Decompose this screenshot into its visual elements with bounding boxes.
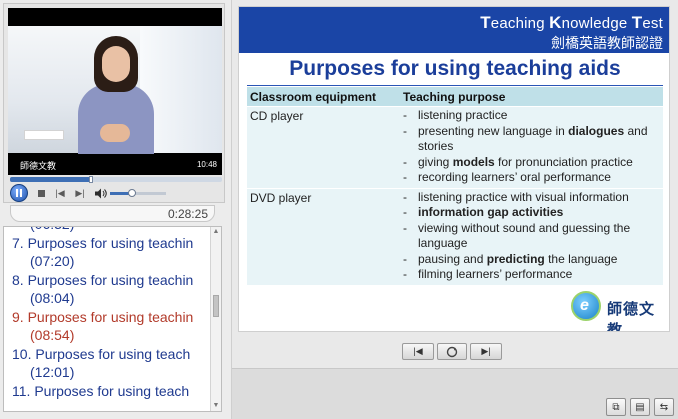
scroll-down-icon[interactable]: ▼ <box>211 401 221 411</box>
current-time: 10:48 <box>196 160 217 169</box>
chapter-list: (06:32)7. Purposes for using teachin (07:… <box>4 227 211 401</box>
video-caption: 師德文教 <box>20 161 57 171</box>
chapter-time: (07:20) <box>30 253 75 269</box>
purpose-bullet: - filming learners’ performance <box>403 267 573 281</box>
next-slide-icon[interactable]: ▶| <box>470 343 502 360</box>
purpose-bullet: - recording learners’ oral performance <box>403 170 611 184</box>
left-panel: 師德文教 10:48 |◀ ▶| 0:28:25 7. Purposes for… <box>0 0 232 419</box>
print-icon[interactable]: ▤ <box>630 398 650 416</box>
logo-text: 師德文教 <box>607 301 656 332</box>
seek-bar[interactable] <box>10 176 222 183</box>
purpose-bullet: - listening practice with visual informat… <box>403 189 629 204</box>
chapter-item[interactable]: 9. Purposes for using teachin (08:54) <box>4 308 211 345</box>
chapter-title: 11. Purposes for using teach <box>12 382 190 399</box>
skip-forward-icon[interactable]: ▶| <box>74 185 86 201</box>
volume-slider[interactable] <box>110 189 166 197</box>
chapter-time: (08:04) <box>30 290 75 306</box>
chapter-title: 9. Purposes for using teachin <box>12 308 194 325</box>
purposes-table: Classroom equipment Teaching purpose CD … <box>247 87 663 285</box>
exit-icon[interactable]: ⇆ <box>654 398 674 416</box>
chapter-time: (08:54) <box>30 327 75 343</box>
column-header-purpose: Teaching purpose <box>403 89 506 104</box>
seek-thumb[interactable] <box>88 176 93 183</box>
window-restore-icon[interactable]: ⧉ <box>606 398 626 416</box>
presenter-video-frame <box>8 26 222 154</box>
chapter-time: (12:01) <box>30 364 75 380</box>
chapter-item[interactable]: 7. Purposes for using teachin (07:20) <box>4 234 211 271</box>
logo-mark: e <box>571 291 601 321</box>
stop-icon[interactable] <box>36 185 46 201</box>
lecture-player-app: 師德文教 10:48 |◀ ▶| 0:28:25 7. Purposes for… <box>0 0 678 419</box>
bottom-toolbar: ⧉ ▤ ⇆ <box>232 368 678 419</box>
title-divider <box>247 85 663 86</box>
purpose-cell: - listening practice with visual informat… <box>400 189 663 285</box>
table-header: Classroom equipment Teaching purpose <box>247 87 663 106</box>
purpose-bullet: - presenting new language in dialogues an… <box>403 123 648 154</box>
speaker-icon[interactable] <box>94 185 108 201</box>
brand-title-zh: 劍橋英語教師認證 <box>551 35 663 51</box>
chapter-scrollbar[interactable]: ▲ ▼ <box>210 227 221 411</box>
table-body: CD player - listening practice - presenting … <box>247 106 663 285</box>
slide-title: Purposes for using teaching aids <box>289 57 621 80</box>
scroll-up-icon[interactable]: ▲ <box>211 227 221 237</box>
column-header-equipment: Classroom equipment <box>250 89 377 104</box>
video-player: 師德文教 10:48 |◀ ▶| <box>3 3 225 203</box>
player-controls: |◀ ▶| <box>10 184 222 202</box>
video-screen[interactable]: 師德文教 10:48 <box>8 8 222 175</box>
purpose-bullet: - giving models for pronunciation practic… <box>403 154 633 169</box>
chapter-title: 10. Purposes for using teach <box>12 345 191 362</box>
skip-back-icon[interactable]: |◀ <box>54 185 66 201</box>
pause-icon[interactable] <box>10 184 28 202</box>
purpose-bullet: - pausing and predicting the language <box>403 251 618 266</box>
chapter-title: 8. Purposes for using teachin <box>12 271 194 288</box>
slide-header: Teaching Knowledge Test 劍橋英語教師認證 <box>239 7 669 53</box>
chapter-list-panel: (06:32)7. Purposes for using teachin (07:… <box>3 226 222 412</box>
volume-thumb[interactable] <box>128 189 137 197</box>
chapter-item[interactable]: (06:32) <box>4 227 211 234</box>
slide: Teaching Knowledge Test 劍橋英語教師認證 Purpose… <box>238 6 670 332</box>
purpose-bullet: - viewing without sound and guessing the … <box>403 220 631 251</box>
slide-navigation: |◀ ▶| <box>402 343 502 360</box>
replay-icon[interactable] <box>437 343 467 360</box>
slide-panel: Teaching Knowledge Test 劍橋英語教師認證 Purpose… <box>232 0 678 419</box>
total-duration: 0:28:25 <box>167 207 208 221</box>
scroll-thumb[interactable] <box>213 295 219 317</box>
chapter-item[interactable]: 10. Purposes for using teach (12:01) <box>4 345 211 382</box>
equipment-cell: CD player <box>250 109 304 123</box>
chapter-title: 7. Purposes for using teachin <box>12 234 194 251</box>
equipment-cell: DVD player <box>250 190 312 205</box>
purpose-cell: - listening practice - presenting new langu… <box>400 107 663 188</box>
purpose-bullet: - information gap activities <box>403 205 564 219</box>
video-watermark-logo <box>24 130 64 140</box>
first-slide-icon[interactable]: |◀ <box>402 343 434 360</box>
brand-logo: e 師德文教 <box>571 289 665 331</box>
duration-display: 0:28:25 <box>10 205 215 222</box>
chapter-item[interactable]: 8. Purposes for using teachin (08:04) <box>4 271 211 308</box>
chapter-item[interactable]: 11. Purposes for using teach <box>4 382 211 401</box>
purpose-bullet: - listening practice <box>403 108 508 122</box>
table-row: CD player - listening practice - presenting … <box>247 106 663 188</box>
table-row: DVD player - listening practice with visua… <box>247 187 663 285</box>
brand-title-en: Teaching Knowledge Test <box>480 13 663 32</box>
seek-progress <box>10 177 91 182</box>
chapter-time: (06:32) <box>12 227 211 234</box>
